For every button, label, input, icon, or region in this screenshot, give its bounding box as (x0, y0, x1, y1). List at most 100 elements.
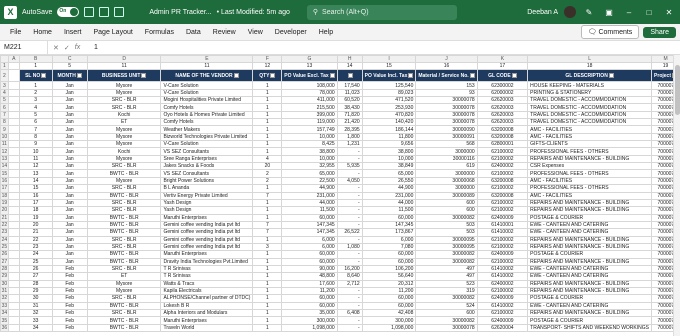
autosave-toggle[interactable]: On (57, 7, 80, 17)
cell[interactable]: 1 (252, 294, 283, 303)
cell[interactable]: 90,000 (281, 264, 338, 274)
cell[interactable]: 231,000 (281, 191, 338, 200)
cell[interactable]: 9 (18, 140, 53, 149)
cell[interactable]: - (336, 257, 363, 266)
table-header-cell[interactable]: BUSINESS UNIT (86, 69, 162, 83)
cell[interactable]: REPAIRS AND MAINTENANCE - BUILDING (527, 279, 653, 288)
cell[interactable]: 253,930 (361, 103, 417, 112)
cell[interactable]: Jan (51, 96, 88, 105)
row-header[interactable]: 29 (0, 272, 9, 281)
cell[interactable] (7, 250, 20, 259)
cell[interactable] (7, 257, 20, 266)
cell[interactable]: PROFESSIONAL FEES - OTHERS (527, 147, 653, 156)
cell[interactable]: 28 (18, 279, 53, 288)
cell[interactable]: - (336, 301, 363, 311)
cell[interactable]: Mysore (86, 140, 162, 149)
cell[interactable]: Jan (51, 81, 88, 90)
row-header[interactable]: 14 (0, 162, 9, 171)
cell[interactable]: BWTC - BLR (86, 323, 162, 333)
cell[interactable]: 30000095 (415, 242, 478, 252)
cell[interactable]: Jan (51, 132, 88, 142)
cell[interactable]: 600 (415, 198, 478, 208)
cell[interactable]: 6,000 (281, 242, 338, 252)
cell[interactable]: 10 (18, 147, 53, 156)
cell[interactable] (7, 69, 20, 83)
cell[interactable]: Yash Design (160, 198, 254, 208)
column-header[interactable]: H (336, 55, 363, 63)
undo-icon[interactable] (99, 7, 110, 17)
tab-file[interactable]: File (4, 29, 27, 36)
cell[interactable]: 62100002 (476, 308, 529, 318)
cell[interactable]: 11 (18, 154, 53, 164)
cell[interactable]: Mysore (86, 132, 162, 142)
cell[interactable]: 44,900 (361, 184, 417, 193)
tab-formulas[interactable]: Formulas (139, 29, 180, 36)
cell[interactable]: 20 (252, 162, 283, 171)
cell[interactable]: SRC - BLR (86, 264, 162, 274)
cell[interactable]: AMC - FACILITIES (527, 176, 653, 186)
cell[interactable]: Jan (51, 162, 88, 171)
cell[interactable]: Traveln World (160, 323, 254, 333)
cell[interactable]: 62800001 (476, 140, 529, 149)
cell[interactable]: 21 (18, 228, 53, 237)
cell[interactable] (7, 169, 20, 178)
cell[interactable]: 13 (18, 169, 53, 178)
cell[interactable]: 62620003 (476, 103, 529, 112)
cell[interactable]: SRC - BLR (86, 162, 162, 171)
cell[interactable]: 30000082 (415, 316, 478, 325)
cell[interactable]: 173,867 (361, 228, 417, 237)
filter-dropdown-icon[interactable] (511, 73, 517, 79)
cell[interactable]: 38,800 (281, 147, 338, 156)
cell[interactable]: 1 (18, 81, 53, 90)
cell[interactable]: - (336, 154, 363, 164)
cell[interactable] (7, 198, 20, 208)
row-header[interactable]: 26 (0, 250, 9, 259)
cell[interactable]: Kochi (86, 110, 162, 120)
row-header[interactable]: 32 (0, 294, 9, 303)
cell[interactable]: 63200008 (476, 176, 529, 186)
cell[interactable]: POSTAGE & COURIER (527, 213, 653, 222)
cell[interactable]: - (336, 323, 363, 333)
cell[interactable]: 48,800 (281, 272, 338, 281)
row-header[interactable]: 36 (0, 323, 9, 333)
enter-icon[interactable]: ✓ (64, 44, 70, 52)
cell[interactable]: Jan (51, 191, 88, 200)
cell[interactable]: 1 (252, 272, 283, 281)
cell[interactable]: Jan (51, 213, 88, 222)
table-header-cell[interactable] (336, 69, 363, 83)
cell[interactable]: 3 (18, 96, 53, 105)
table-header-cell[interactable]: GL DESCRIPTION (527, 69, 653, 83)
cell[interactable]: Feb (51, 279, 88, 288)
cell[interactable]: 30 (18, 294, 53, 303)
cell[interactable]: 30000091 (415, 132, 478, 142)
cell[interactable]: 1,231 (336, 140, 363, 149)
cell[interactable]: Jan (51, 147, 88, 156)
cell[interactable]: 11 (160, 61, 254, 71)
table-header-cell[interactable]: QTY (252, 69, 283, 83)
cell[interactable] (7, 132, 20, 142)
cell[interactable]: 61410002 (476, 272, 529, 281)
cell[interactable]: VS SEZ Consultants (160, 147, 254, 156)
cell[interactable]: POSTAGE & COURIER (527, 250, 653, 259)
maximize-icon[interactable]: □ (642, 8, 656, 17)
cell[interactable]: 6,000 (281, 235, 338, 244)
cell[interactable]: 1 (18, 61, 53, 71)
cell[interactable]: Jan (51, 198, 88, 208)
cell[interactable]: 503 (415, 220, 478, 230)
row-header[interactable]: 6 (0, 103, 9, 112)
cell[interactable]: 106,200 (361, 264, 417, 274)
cell[interactable]: Alpha Interiors and Modulars (160, 308, 254, 318)
cell[interactable]: Mysore (86, 286, 162, 296)
cell[interactable]: 524 (415, 301, 478, 311)
cell[interactable]: SRC - BLR (86, 235, 162, 244)
cell[interactable]: 17,600 (281, 279, 338, 288)
cell[interactable]: 10,000 (281, 132, 338, 142)
cell[interactable]: 7,080 (361, 242, 417, 252)
cell[interactable]: 20 (18, 220, 53, 230)
cell[interactable]: 62620004 (476, 323, 529, 333)
cell[interactable]: 15 (361, 61, 417, 71)
cell[interactable]: - (336, 316, 363, 325)
cell[interactable]: BWTC - BLR (86, 257, 162, 266)
cell[interactable]: Mogini Hospitalities Private Limited (160, 96, 254, 105)
cell[interactable]: 2 (18, 88, 53, 98)
